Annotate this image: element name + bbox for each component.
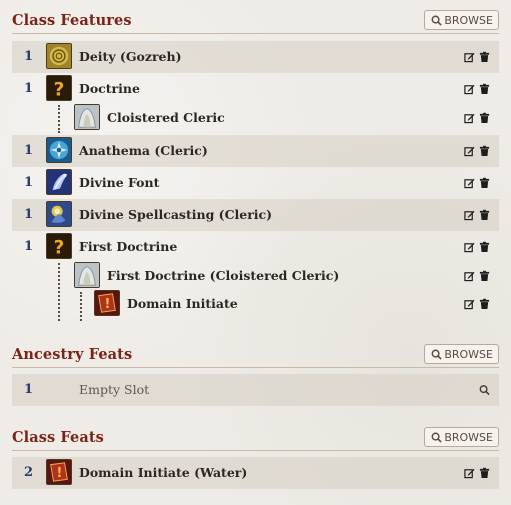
feature-name: Divine Font xyxy=(79,175,160,190)
empty-slot-label: Empty Slot xyxy=(79,382,150,397)
browse-class-feats-button[interactable]: BROWSE xyxy=(424,427,499,447)
question-icon: ? xyxy=(46,233,72,259)
feat-name: Domain Initiate (Water) xyxy=(79,465,248,480)
feature-row-divine-font[interactable]: 1 Divine Font xyxy=(12,167,499,199)
trash-icon[interactable] xyxy=(479,241,490,253)
search-icon xyxy=(431,349,442,360)
search-icon xyxy=(431,432,442,443)
feature-name: First Doctrine (Cloistered Cleric) xyxy=(107,268,340,283)
domain-initiate-icon: ! xyxy=(94,290,120,316)
level-number: 1 xyxy=(24,175,34,190)
anathema-icon xyxy=(46,137,72,163)
section-title: Class Features xyxy=(12,12,132,29)
browse-label: BROWSE xyxy=(444,13,493,27)
cloistered-cleric-icon xyxy=(74,104,100,130)
trash-icon[interactable] xyxy=(479,209,490,221)
feature-name: Cloistered Cleric xyxy=(107,110,225,125)
edit-icon[interactable] xyxy=(464,83,475,95)
feature-row-deity[interactable]: 1 Deity (Gozreh) xyxy=(12,41,499,73)
ancestry-feats-header: Ancestry Feats BROWSE xyxy=(12,344,499,368)
trash-icon[interactable] xyxy=(479,177,490,189)
feature-row-first-doctrine[interactable]: 1 ? First Doctrine xyxy=(12,231,499,263)
row-actions xyxy=(464,270,490,282)
edit-icon[interactable] xyxy=(464,51,475,63)
divine-spellcasting-icon xyxy=(46,201,72,227)
row-actions xyxy=(464,112,490,124)
divine-font-icon xyxy=(46,169,72,195)
svg-text:?: ? xyxy=(54,237,65,258)
svg-text:?: ? xyxy=(54,79,65,100)
search-icon xyxy=(431,15,442,26)
svg-text:!: ! xyxy=(57,466,63,481)
level-number: 2 xyxy=(24,465,34,480)
edit-icon[interactable] xyxy=(464,467,475,479)
row-actions xyxy=(464,467,490,479)
trash-icon[interactable] xyxy=(479,112,490,124)
browse-ancestry-feats-button[interactable]: BROWSE xyxy=(424,344,499,364)
feature-name: Anathema (Cleric) xyxy=(79,143,208,158)
trash-icon[interactable] xyxy=(479,270,490,282)
edit-icon[interactable] xyxy=(464,209,475,221)
feature-name: First Doctrine xyxy=(79,239,178,254)
ancestry-feat-slot[interactable]: 1 Empty Slot xyxy=(12,374,499,406)
feature-row-anathema[interactable]: 1 Anathema (Cleric) xyxy=(12,135,499,167)
section-title: Ancestry Feats xyxy=(12,346,133,363)
feature-name: Domain Initiate xyxy=(127,296,238,311)
row-actions xyxy=(464,145,490,157)
row-actions xyxy=(464,298,490,310)
feature-name: Divine Spellcasting (Cleric) xyxy=(79,207,273,222)
browse-label: BROWSE xyxy=(444,347,493,361)
feature-row-divine-spellcasting[interactable]: 1 Divine Spellcasting (Cleric) xyxy=(12,199,499,231)
trash-icon[interactable] xyxy=(479,83,490,95)
row-actions xyxy=(464,83,490,95)
level-number: 1 xyxy=(24,81,34,96)
section-title: Class Feats xyxy=(12,429,104,446)
cloistered-cleric-icon xyxy=(74,262,100,288)
svg-text:!: ! xyxy=(105,297,111,312)
browse-class-features-button[interactable]: BROWSE xyxy=(424,10,499,30)
class-feats-header: Class Feats BROWSE xyxy=(12,427,499,451)
level-number: 1 xyxy=(24,239,34,254)
level-number: 1 xyxy=(24,207,34,222)
edit-icon[interactable] xyxy=(464,177,475,189)
row-actions xyxy=(464,177,490,189)
feature-row-doctrine[interactable]: 1 ? Doctrine xyxy=(12,73,499,105)
row-actions xyxy=(464,241,490,253)
deity-icon xyxy=(46,43,72,69)
level-number: 1 xyxy=(24,143,34,158)
browse-label: BROWSE xyxy=(444,430,493,444)
question-icon: ? xyxy=(46,75,72,101)
search-icon[interactable] xyxy=(479,384,490,396)
trash-icon[interactable] xyxy=(479,145,490,157)
level-number: 1 xyxy=(24,49,34,64)
row-actions xyxy=(479,384,490,396)
feature-row-cloistered-cleric[interactable]: Cloistered Cleric xyxy=(12,102,499,134)
edit-icon[interactable] xyxy=(464,270,475,282)
domain-initiate-icon: ! xyxy=(46,459,72,485)
edit-icon[interactable] xyxy=(464,241,475,253)
feature-row-domain-initiate[interactable]: ! Domain Initiate xyxy=(12,288,499,320)
row-actions xyxy=(464,209,490,221)
row-actions xyxy=(464,51,490,63)
trash-icon[interactable] xyxy=(479,51,490,63)
class-features-header: Class Features BROWSE xyxy=(12,10,499,34)
level-number: 1 xyxy=(24,382,34,397)
feature-name: Doctrine xyxy=(79,81,140,96)
feature-name: Deity (Gozreh) xyxy=(79,49,182,64)
edit-icon[interactable] xyxy=(464,112,475,124)
class-feat-row-domain-initiate-water[interactable]: 2 ! Domain Initiate (Water) xyxy=(12,457,499,489)
edit-icon[interactable] xyxy=(464,145,475,157)
trash-icon[interactable] xyxy=(479,467,490,479)
edit-icon[interactable] xyxy=(464,298,475,310)
trash-icon[interactable] xyxy=(479,298,490,310)
